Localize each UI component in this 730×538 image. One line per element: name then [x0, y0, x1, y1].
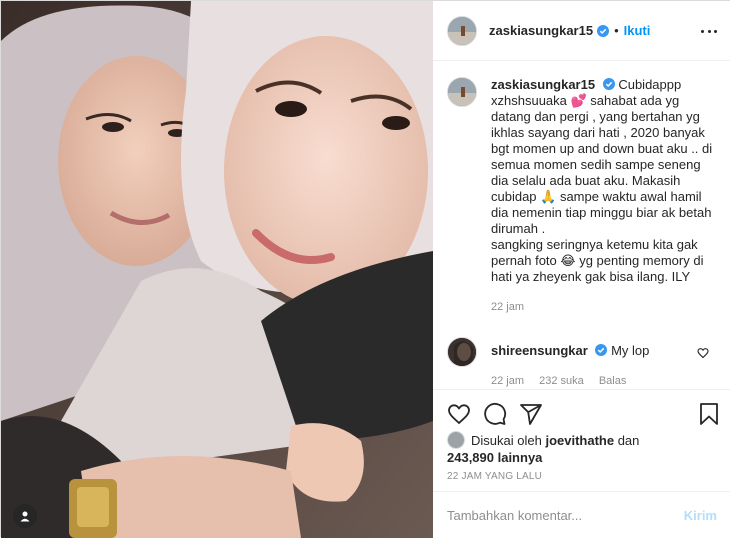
more-icon[interactable]	[701, 23, 717, 39]
post-sidebar: zaskiasungkar15 • Ikuti zaskiasungkar15 …	[433, 1, 730, 538]
add-comment-bar: Kirim	[433, 491, 730, 538]
likes-prefix: Disukai oleh	[471, 433, 542, 448]
comments-section: zaskiasungkar15 Cubidappp xzhshsuuaka 💕 …	[433, 61, 730, 389]
comment-input[interactable]	[447, 507, 684, 523]
comment-text: My lop	[611, 343, 650, 358]
avatar[interactable]	[447, 15, 477, 46]
likes-summary: Disukai oleh joevithathe dan 243,890 lai…	[447, 431, 717, 466]
verified-icon	[602, 78, 615, 90]
comment-likes[interactable]: 232 suka	[539, 375, 584, 387]
caption-username[interactable]: zaskiasungkar15	[491, 77, 595, 92]
comment-username[interactable]: shireensungkar	[491, 343, 588, 358]
liker-avatar[interactable]	[447, 431, 465, 449]
comment-body: shireensungkar My lop 22 jam 232 suka Ba…	[491, 337, 717, 389]
share-icon[interactable]	[519, 402, 543, 426]
caption-text: Cubidappp xzhshsuuaka 💕 sahabat ada yg d…	[491, 77, 713, 284]
caption-meta: 22 jam	[491, 299, 717, 315]
comment-time[interactable]: 22 jam	[491, 375, 524, 387]
follow-button[interactable]: Ikuti	[624, 23, 651, 38]
photo-image	[1, 1, 433, 538]
comment-meta: 22 jam 232 suka Balas	[491, 373, 717, 389]
heart-icon[interactable]	[447, 402, 471, 426]
caption-time[interactable]: 22 jam	[491, 301, 524, 313]
post-comment-button[interactable]: Kirim	[684, 508, 717, 523]
reply-button[interactable]: Balas	[599, 375, 627, 387]
post-header: zaskiasungkar15 • Ikuti	[433, 1, 730, 61]
likes-mid: dan	[617, 433, 640, 448]
header-username[interactable]: zaskiasungkar15	[489, 23, 593, 38]
instagram-post: zaskiasungkar15 • Ikuti zaskiasungkar15 …	[0, 0, 730, 538]
caption-body: zaskiasungkar15 Cubidappp xzhshsuuaka 💕 …	[491, 77, 717, 315]
user-tag-icon[interactable]	[13, 504, 37, 528]
avatar[interactable]	[447, 337, 477, 367]
separator-dot: •	[614, 23, 619, 38]
verified-icon	[595, 344, 608, 356]
likes-user[interactable]: joevithathe	[545, 433, 614, 448]
caption: zaskiasungkar15 Cubidappp xzhshsuuaka 💕 …	[447, 77, 717, 315]
heart-icon[interactable]	[697, 347, 709, 359]
verified-icon	[597, 24, 610, 37]
post-timestamp[interactable]: 22 JAM YANG LALU	[447, 471, 542, 482]
post-photo[interactable]	[1, 1, 433, 538]
bookmark-icon[interactable]	[697, 402, 721, 426]
likes-count[interactable]: 243,890 lainnya	[447, 450, 542, 465]
avatar[interactable]	[447, 77, 477, 107]
comment-item: shireensungkar My lop 22 jam 232 suka Ba…	[447, 337, 717, 389]
comment-icon[interactable]	[483, 402, 507, 426]
